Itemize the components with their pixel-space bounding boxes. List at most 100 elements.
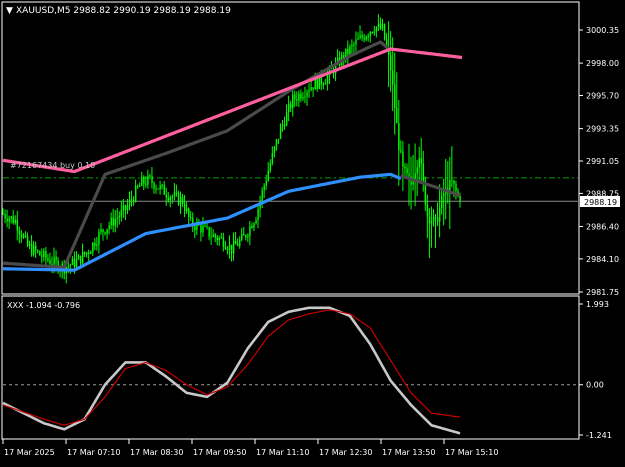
candle-body [165, 194, 168, 198]
candle-body [234, 240, 237, 245]
price-tick-label: 2981.75 [586, 288, 619, 297]
candle-body [453, 180, 455, 185]
candle-body [10, 216, 12, 219]
time-tick-label: 17 Mar 11:10 [256, 448, 309, 457]
candle-body [277, 138, 280, 140]
candle-body [145, 183, 147, 185]
candle-body [179, 197, 182, 205]
candle-body [298, 93, 300, 101]
current-price-label: 2988.19 [584, 198, 617, 207]
symbol-dropdown-arrow[interactable]: ▼ [6, 6, 13, 16]
candle-body [122, 205, 125, 210]
trading-chart-window[interactable]: ▼ XAUUSD,M5 2988.82 2990.19 2988.19 2988… [0, 0, 625, 463]
candle-body [67, 266, 70, 268]
candle-body [408, 173, 410, 177]
candle-body [367, 35, 369, 37]
candle-body [128, 199, 131, 206]
time-axis[interactable]: 17 Mar 2025 17 Mar 07:10 17 Mar 08:30 17 Ma… [2, 439, 498, 457]
candle-body [188, 208, 190, 217]
candle-body [120, 209, 123, 217]
candle-body [108, 225, 110, 229]
candle-body [232, 240, 235, 254]
candle-body [281, 124, 284, 127]
candle-body [355, 39, 357, 45]
indicator-header: XXX -1.094 -0.796 [7, 301, 80, 310]
price-axis[interactable]: 3000.35 2998.00 2995.70 2993.35 2991.05 2988.… [579, 26, 619, 297]
candle-body [308, 90, 310, 92]
candle-body [300, 93, 302, 99]
candle-body [118, 216, 121, 218]
candle-body [116, 217, 119, 220]
candle-body [37, 250, 39, 252]
candle-body [181, 197, 184, 204]
candle-body [292, 94, 294, 109]
candle-body [210, 236, 212, 238]
candle-body [102, 229, 104, 233]
candle-body [177, 192, 180, 205]
candle-body [306, 91, 308, 97]
candle-body [351, 44, 353, 47]
candle-body [361, 35, 363, 38]
candle-body [106, 228, 108, 234]
time-tick-label: 17 Mar 08:30 [130, 448, 183, 457]
candle-body [130, 199, 133, 201]
candle-body [173, 192, 176, 197]
candle-body [194, 226, 196, 230]
candle-body [316, 79, 318, 89]
candle-body [288, 103, 290, 112]
candle-body [326, 75, 329, 84]
candle-body [81, 251, 84, 264]
candle-body [257, 208, 259, 221]
candle-body [420, 158, 423, 164]
candle-body [22, 235, 25, 238]
candle-body [77, 255, 80, 260]
candle-body [4, 213, 6, 219]
candle-body [434, 216, 437, 218]
candle-body [49, 259, 51, 264]
candle-body [214, 234, 216, 238]
candle-body [126, 205, 129, 211]
candle-body [357, 38, 359, 40]
candle-body [373, 31, 376, 33]
candle-body [237, 244, 239, 246]
candle-body [6, 218, 8, 222]
candle-body [251, 226, 253, 228]
price-tick-label: 3000.35 [586, 26, 619, 35]
candle-body [359, 35, 361, 39]
candle-body [412, 181, 414, 185]
candle-body [204, 226, 206, 228]
candle-body [226, 248, 229, 251]
candle-body [279, 126, 282, 139]
symbol-header: XAUUSD,M5 2988.82 2990.19 2988.19 2988.1… [16, 6, 231, 16]
candle-body [16, 220, 19, 231]
candle-body [441, 196, 443, 208]
candle-body [55, 256, 57, 261]
candle-body [73, 258, 76, 268]
candle-body [347, 48, 349, 55]
candle-body [155, 188, 157, 190]
candle-body [18, 230, 21, 235]
candle-body [186, 208, 188, 212]
candle-body [200, 225, 202, 233]
candle-body [14, 220, 17, 224]
indicator-axis[interactable]: 1.993 0.00 -1.241 [579, 300, 612, 440]
chart-canvas[interactable]: ▼ XAUUSD,M5 2988.82 2990.19 2988.19 2988… [0, 0, 625, 463]
candle-body [263, 185, 265, 191]
candle-body [381, 24, 384, 29]
candle-body [33, 245, 35, 255]
candle-body [451, 180, 453, 182]
candle-body [243, 233, 245, 236]
candle-body [51, 263, 53, 265]
candle-body [2, 213, 4, 215]
candle-body [402, 151, 404, 167]
candle-body [84, 251, 86, 255]
candle-body [147, 175, 149, 185]
candle-body [208, 227, 210, 237]
candle-body [438, 207, 441, 222]
candle-body [26, 235, 29, 246]
candle-body [224, 246, 227, 249]
indicator-tick-label: -1.241 [586, 431, 612, 440]
candle-body [86, 252, 88, 255]
order-line-label[interactable]: #72167434 buy 0.10 [10, 161, 95, 170]
candle-body [112, 217, 114, 226]
